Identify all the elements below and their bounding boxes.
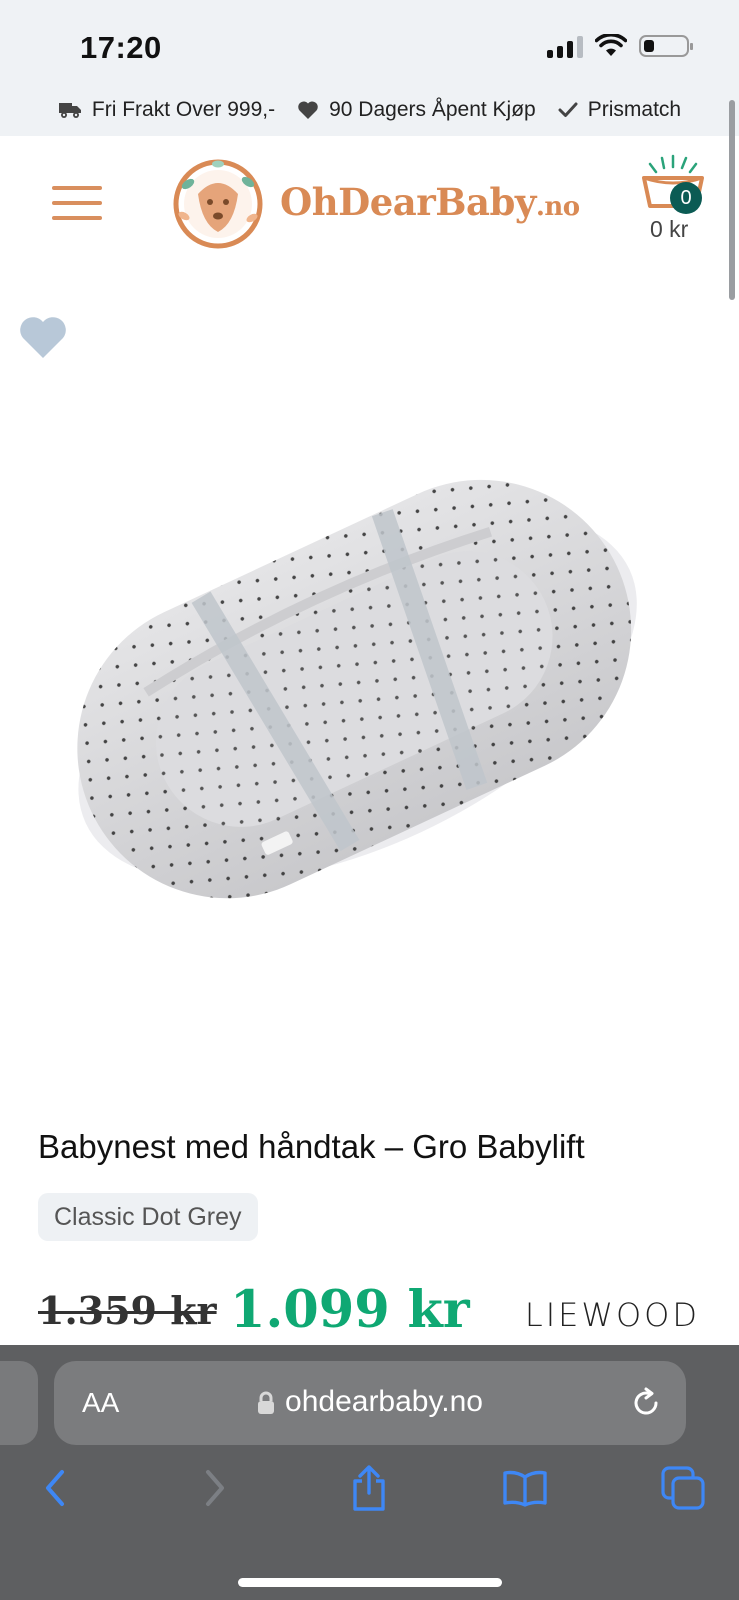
cart-total: 0 kr (650, 216, 689, 242)
promo-text: Prismatch (587, 98, 682, 121)
wishlist-button[interactable] (18, 314, 68, 365)
lock-icon (258, 1391, 275, 1415)
share-icon (353, 1465, 385, 1511)
book-icon (503, 1470, 547, 1507)
variant-chip[interactable]: Classic Dot Grey (38, 1193, 258, 1241)
bookmarks-button[interactable] (500, 1463, 550, 1513)
menu-icon[interactable] (52, 186, 102, 220)
sale-price: 1.099 kr (230, 1280, 470, 1340)
address-bar[interactable]: AA ohdearbaby.no (54, 1361, 686, 1445)
url-display[interactable]: ohdearbaby.no (54, 1385, 686, 1419)
cart-button[interactable]: 0 (640, 154, 710, 217)
status-time: 17:20 (80, 30, 162, 65)
tabs-icon (661, 1466, 705, 1510)
promo-text: Fri Frakt Over 999,- (91, 98, 276, 121)
scrollbar[interactable] (729, 100, 735, 300)
reload-icon[interactable] (630, 1387, 662, 1419)
cart-count-badge: 0 (670, 182, 702, 214)
share-button[interactable] (344, 1463, 394, 1513)
home-indicator[interactable] (238, 1578, 502, 1587)
url-text: ohdearbaby.no (285, 1385, 483, 1418)
site-logo[interactable]: OhDearBaby.no (168, 154, 580, 250)
promo-bar: Fri Frakt Over 999,- 90 Dagers Åpent Kjø… (0, 84, 739, 136)
promo-item-free-shipping: Fri Frakt Over 999,- (58, 98, 275, 122)
price-row: 1.359 kr 1.099 kr LIEWOOD (38, 1280, 700, 1342)
site-header: OhDearBaby.no 0 (0, 136, 739, 266)
fawn-logo-icon (173, 159, 263, 249)
wifi-icon (595, 34, 627, 56)
product-image[interactable] (30, 430, 670, 930)
previous-tab-preview[interactable] (0, 1361, 38, 1445)
promo-text: 90 Dagers Åpent Kjøp (329, 98, 536, 121)
chevron-left-icon (46, 1470, 64, 1506)
product-title: Babynest med håndtak – Gro Babylift (38, 1128, 585, 1165)
truck-icon (58, 103, 81, 118)
brand-logo[interactable]: LIEWOOD (525, 1296, 700, 1334)
cellular-signal-icon (547, 34, 583, 58)
heart-icon (298, 101, 318, 119)
tabs-button[interactable] (658, 1463, 708, 1513)
old-price: 1.359 kr (38, 1288, 217, 1333)
heart-icon (20, 317, 66, 358)
battery-icon (639, 35, 693, 57)
chevron-right-icon (206, 1470, 224, 1506)
forward-button[interactable] (190, 1463, 240, 1513)
status-icons (547, 34, 693, 58)
back-button[interactable] (30, 1463, 80, 1513)
promo-item-open-purchase: 90 Dagers Åpent Kjøp (297, 98, 536, 122)
logo-wordmark: OhDearBaby.no (280, 180, 580, 224)
promo-item-price-match: Prismatch (558, 98, 681, 122)
status-bar: 17:20 (0, 0, 739, 90)
browser-chrome: AA ohdearbaby.no (0, 1345, 739, 1600)
check-icon (558, 102, 578, 117)
browser-toolbar (0, 1463, 739, 1543)
